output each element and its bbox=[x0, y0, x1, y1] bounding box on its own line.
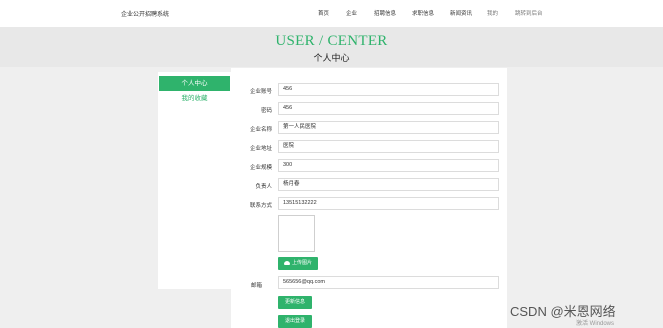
upload-label: 上传图片 bbox=[291, 260, 312, 266]
banner-subtitle: 个人中心 bbox=[313, 53, 350, 63]
logout-button[interactable]: 退出登录 bbox=[278, 315, 312, 328]
sidebar-item-favorites[interactable]: 我的收藏 bbox=[159, 91, 230, 106]
sidebar-item-profile[interactable]: 个人中心 bbox=[159, 76, 230, 91]
contact-field[interactable]: 13515132222 bbox=[278, 197, 499, 210]
banner-title: USER / CENTER bbox=[275, 33, 388, 49]
upload-image-button[interactable]: 上传图片 bbox=[278, 257, 318, 270]
label-manager: 负责人 bbox=[255, 184, 272, 190]
nav-jobs[interactable]: 招聘信息 bbox=[374, 9, 396, 17]
profile-photo bbox=[278, 215, 315, 252]
company-name-field[interactable]: 第一人民医院 bbox=[278, 121, 499, 134]
label-company-address: 企业地址 bbox=[249, 146, 272, 152]
update-info-button[interactable]: 更新信息 bbox=[278, 296, 312, 309]
label-email: 邮箱 bbox=[250, 283, 262, 289]
nav-resumes[interactable]: 求职信息 bbox=[412, 9, 434, 17]
nav-news[interactable]: 新闻资讯 bbox=[450, 9, 472, 17]
password-field[interactable]: 456 bbox=[278, 102, 499, 115]
label-company-name: 企业名称 bbox=[249, 127, 272, 133]
label-contact: 联系方式 bbox=[249, 203, 272, 209]
label-company-size: 企业规模 bbox=[249, 165, 272, 171]
activate-windows-text: 激活 Windows bbox=[576, 321, 615, 327]
sidebar: 个人中心 我的收藏 bbox=[158, 72, 231, 289]
nav-admin[interactable]: 跳转到后台 bbox=[515, 9, 543, 17]
manager-field[interactable]: 杨月春 bbox=[278, 178, 499, 191]
site-name[interactable]: 企业公开招聘系统 bbox=[121, 9, 169, 18]
nav-mine[interactable]: 我的 bbox=[487, 9, 498, 17]
label-account: 企业账号 bbox=[249, 89, 272, 95]
cloud-upload-icon bbox=[283, 260, 290, 265]
nav-home[interactable]: 首页 bbox=[318, 9, 329, 17]
company-address-field[interactable]: 医院 bbox=[278, 140, 499, 153]
nav-company[interactable]: 企业 bbox=[346, 9, 357, 17]
account-field[interactable]: 456 bbox=[278, 83, 499, 96]
company-size-field[interactable]: 300 bbox=[278, 159, 499, 172]
email-field[interactable]: 565656@qq.com bbox=[278, 276, 499, 289]
label-password: 密码 bbox=[260, 108, 272, 114]
top-navbar: 企业公开招聘系统 首页 企业 招聘信息 求职信息 新闻资讯 我的 跳转到后台 bbox=[0, 0, 663, 27]
